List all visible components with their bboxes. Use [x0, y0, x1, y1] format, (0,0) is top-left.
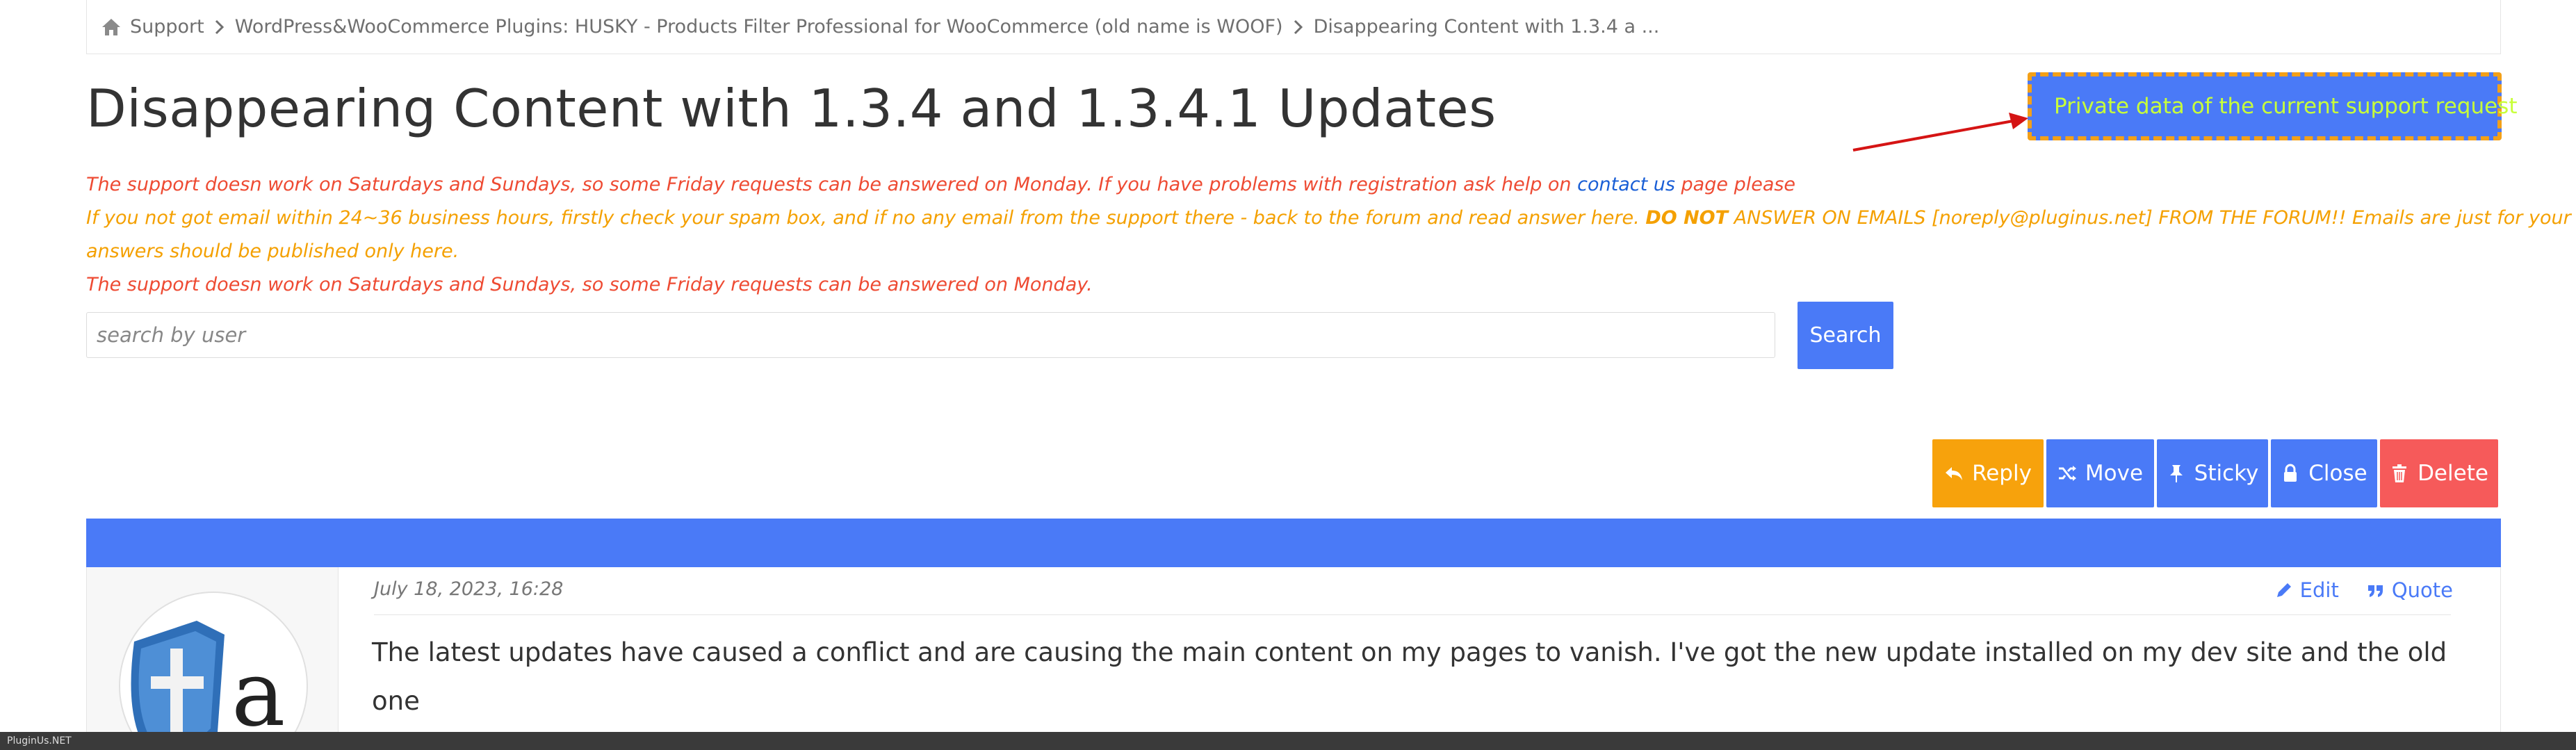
quote-link[interactable]: Quote [2367, 578, 2453, 602]
delete-button[interactable]: Delete [2380, 439, 2498, 507]
chevron-right-icon [204, 19, 235, 35]
breadcrumb: Support WordPress&WooCommerce Plugins: H… [86, 0, 2501, 54]
lock-icon [2284, 464, 2297, 482]
pin-icon [2169, 465, 2183, 482]
avatar[interactable]: a [119, 592, 308, 750]
private-data-button[interactable]: Private data of the current support requ… [2028, 72, 2517, 140]
trash-icon [2392, 464, 2407, 482]
breadcrumb-item-current: Disappearing Content with 1.3.4 a ... [1313, 16, 1660, 38]
reply-icon [1946, 467, 1963, 480]
post-divider [374, 614, 2451, 615]
topic-header-bar [86, 519, 2501, 567]
notice-email: If you not got email within 24~36 busine… [86, 207, 2576, 229]
svg-text:a: a [231, 641, 286, 747]
breadcrumb-item-support[interactable]: Support [130, 16, 204, 38]
breadcrumb-item-forum[interactable]: WordPress&WooCommerce Plugins: HUSKY - P… [235, 16, 1283, 38]
search-user-input[interactable] [86, 312, 1775, 358]
reply-button[interactable]: Reply [1932, 439, 2044, 507]
post-body-line: The latest updates have caused a conflic… [372, 637, 2447, 716]
footer-bar: PluginUs.NET [0, 732, 2576, 750]
home-icon[interactable] [101, 17, 130, 37]
quote-icon [2367, 585, 2383, 597]
shuffle-icon [2058, 466, 2076, 481]
pencil-icon [2276, 583, 2291, 597]
post-author-panel: a [87, 567, 339, 750]
edit-link[interactable]: Edit [2275, 578, 2339, 602]
footer-label: PluginUs.NET [7, 735, 72, 747]
contact-us-link[interactable]: contact us [1577, 174, 1675, 195]
notice-weekend: The support doesn work on Saturdays and … [86, 274, 1093, 295]
search-button[interactable]: Search [1798, 302, 1893, 369]
chevron-right-icon [1283, 19, 1314, 35]
sticky-button[interactable]: Sticky [2157, 439, 2268, 507]
private-data-label: Private data of the current support requ… [2054, 94, 2518, 119]
page-title: Disappearing Content with 1.3.4 and 1.3.… [86, 78, 1497, 139]
notice-weekend-registration: The support doesn work on Saturdays and … [86, 174, 1796, 195]
notice-email-cont: answers should be published only here. [86, 241, 459, 262]
annotation-arrow [1852, 113, 2028, 152]
post: a July 18, 2023, 16:28 Edit Quote The la… [86, 567, 2501, 750]
move-button[interactable]: Move [2046, 439, 2154, 507]
post-tools: Edit Quote [2275, 578, 2453, 602]
page: Support WordPress&WooCommerce Plugins: H… [86, 0, 2576, 750]
topic-actions: Reply Move Sticky Close Delete [1932, 439, 2498, 507]
close-topic-button[interactable]: Close [2271, 439, 2377, 507]
post-date: July 18, 2023, 16:28 [374, 578, 564, 600]
